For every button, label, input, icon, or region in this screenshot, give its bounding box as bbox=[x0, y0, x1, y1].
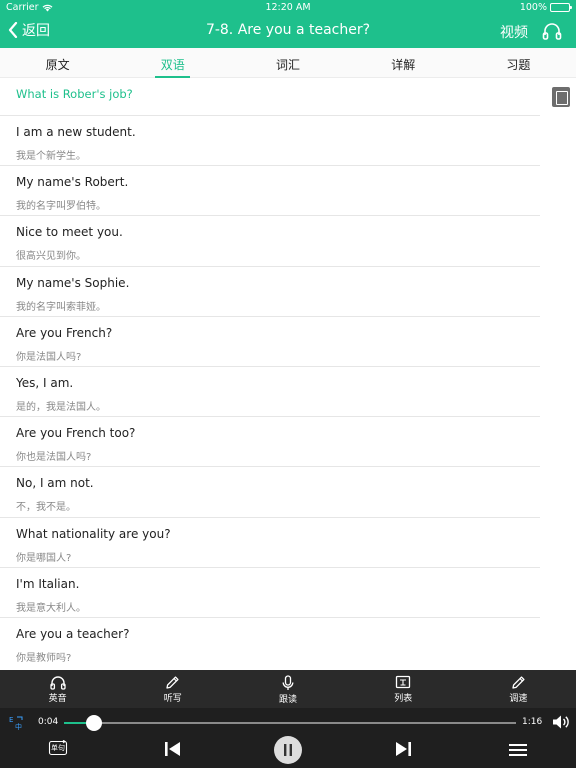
svg-text:E: E bbox=[9, 716, 13, 724]
svg-text:中: 中 bbox=[15, 722, 22, 730]
tool-label: 跟读 bbox=[279, 695, 298, 705]
sentence-english: Yes, I am. bbox=[16, 375, 74, 390]
sentence-chinese: 你是哪国人? bbox=[16, 552, 72, 564]
audio-player: E 中 0:04 1:16 单句 bbox=[0, 708, 576, 768]
tablet-icon[interactable] bbox=[552, 87, 570, 107]
sentence-english: My name's Sophie. bbox=[16, 275, 130, 290]
navigation-bar: 返回 7-8. Are you a teacher? 视频 bbox=[0, 16, 576, 48]
current-time: 0:04 bbox=[38, 717, 59, 727]
sentence-list: I am a new student. 我是个新学生。 My name's Ro… bbox=[0, 115, 576, 667]
battery-percent: 100% bbox=[519, 2, 547, 13]
sentence-row[interactable]: Are you a teacher? 你是教师吗? bbox=[0, 616, 540, 667]
sentence-row[interactable]: Nice to meet you. 很高兴见到你。 bbox=[0, 215, 540, 265]
sentence-english: Nice to meet you. bbox=[16, 225, 123, 240]
pencil-icon bbox=[512, 676, 525, 689]
sentence-english: I'm Italian. bbox=[16, 576, 80, 591]
sentence-row[interactable]: Are you French too? 你也是法国人吗? bbox=[0, 416, 540, 466]
pause-icon bbox=[284, 744, 292, 756]
tool-label: 调速 bbox=[509, 694, 528, 704]
menu-icon[interactable] bbox=[509, 743, 527, 757]
status-time: 12:20 AM bbox=[265, 2, 311, 13]
sentence-chinese: 是的，我是法国人。 bbox=[16, 401, 106, 413]
list-icon bbox=[396, 675, 411, 689]
sentence-english: Are you a teacher? bbox=[16, 626, 130, 641]
tab-vocabulary[interactable]: 词汇 bbox=[230, 48, 345, 77]
back-label: 返回 bbox=[22, 23, 50, 39]
sentence-row[interactable]: I'm Italian. 我是意大利人。 bbox=[0, 566, 540, 617]
progress-slider[interactable] bbox=[64, 715, 516, 731]
sentence-row[interactable]: What nationality are you? 你是哪国人? bbox=[0, 516, 540, 567]
headphones-icon[interactable] bbox=[542, 22, 562, 40]
sentence-chinese: 你也是法国人吗? bbox=[16, 452, 92, 464]
pencil-icon bbox=[166, 676, 179, 689]
tab-bar: 原文 双语 词汇 详解 习题 bbox=[0, 48, 576, 78]
sentence-chinese: 我的名字叫索菲娅。 bbox=[16, 301, 106, 313]
tool-label: 列表 bbox=[394, 694, 413, 704]
lesson-question[interactable]: What is Rober's job? bbox=[16, 87, 133, 101]
tool-label: 听写 bbox=[163, 694, 182, 704]
tab-exercises[interactable]: 习题 bbox=[461, 48, 576, 77]
list-button[interactable]: 列表 bbox=[346, 670, 461, 708]
page-title: 7-8. Are you a teacher? bbox=[205, 22, 371, 38]
sentence-english: What nationality are you? bbox=[16, 526, 171, 541]
next-icon[interactable] bbox=[394, 741, 412, 757]
sentence-row[interactable]: My name's Sophie. 我的名字叫索菲娅。 bbox=[0, 265, 540, 316]
dictation-button[interactable]: 听写 bbox=[115, 670, 230, 708]
sentence-chinese: 我是意大利人。 bbox=[16, 602, 86, 614]
sentence-row[interactable]: Are you French? 你是法国人吗? bbox=[0, 315, 540, 366]
sentence-english: Are you French? bbox=[16, 325, 113, 340]
status-bar: Carrier 12:20 AM 100% bbox=[0, 0, 576, 16]
sentence-chinese: 我是个新学生。 bbox=[16, 151, 86, 162]
sentence-chinese: 不，我不是。 bbox=[16, 502, 76, 514]
battery-status: 100% bbox=[519, 2, 572, 13]
tab-explanation[interactable]: 详解 bbox=[346, 48, 461, 77]
british-accent-button[interactable]: 英音 bbox=[0, 670, 115, 708]
translate-icon[interactable]: E 中 bbox=[8, 715, 24, 730]
tool-label: 英音 bbox=[48, 694, 67, 704]
chevron-left-icon bbox=[8, 22, 18, 38]
sentence-row[interactable]: No, I am not. 不，我不是。 bbox=[0, 466, 540, 516]
sentence-row[interactable]: I am a new student. 我是个新学生。 bbox=[0, 115, 540, 165]
lesson-content: What is Rober's job? I am a new student.… bbox=[0, 78, 576, 670]
sentence-chinese: 我的名字叫罗伯特。 bbox=[16, 201, 106, 213]
read-along-button[interactable]: 跟读 bbox=[230, 670, 345, 708]
sentence-chinese: 你是法国人吗? bbox=[16, 351, 82, 363]
top-bar: Carrier 12:20 AM 100% 返回 7-8. Are you a … bbox=[0, 0, 576, 48]
pause-button[interactable] bbox=[274, 736, 302, 764]
previous-icon[interactable] bbox=[164, 741, 182, 757]
duration-time: 1:16 bbox=[522, 717, 543, 727]
sentence-row[interactable]: Yes, I am. 是的，我是法国人。 bbox=[0, 365, 540, 416]
battery-icon bbox=[550, 3, 572, 12]
speed-button[interactable]: 调速 bbox=[461, 670, 576, 708]
sentence-english: My name's Robert. bbox=[16, 175, 129, 190]
function-toolbar: 英音 听写 跟读 列表 调速 bbox=[0, 670, 576, 708]
video-button[interactable]: 视频 bbox=[500, 22, 528, 42]
back-button[interactable]: 返回 bbox=[8, 20, 50, 40]
sentence-english: Are you French too? bbox=[16, 426, 136, 441]
sentence-chinese: 你是教师吗? bbox=[16, 652, 72, 664]
sentence-chinese: 很高兴见到你。 bbox=[16, 251, 86, 263]
volume-icon[interactable] bbox=[552, 714, 572, 730]
headphones-icon bbox=[49, 676, 66, 690]
progress-handle[interactable] bbox=[85, 715, 102, 731]
sentence-english: I am a new student. bbox=[16, 125, 136, 139]
tab-bilingual[interactable]: 双语 bbox=[115, 48, 230, 78]
tab-original[interactable]: 原文 bbox=[0, 48, 115, 77]
sentence-row[interactable]: My name's Robert. 我的名字叫罗伯特。 bbox=[0, 165, 540, 215]
single-sentence-button[interactable]: 单句 bbox=[48, 739, 68, 756]
sentence-english: No, I am not. bbox=[16, 476, 94, 491]
single-sentence-label: 单句 bbox=[51, 744, 65, 752]
microphone-icon bbox=[282, 675, 294, 690]
